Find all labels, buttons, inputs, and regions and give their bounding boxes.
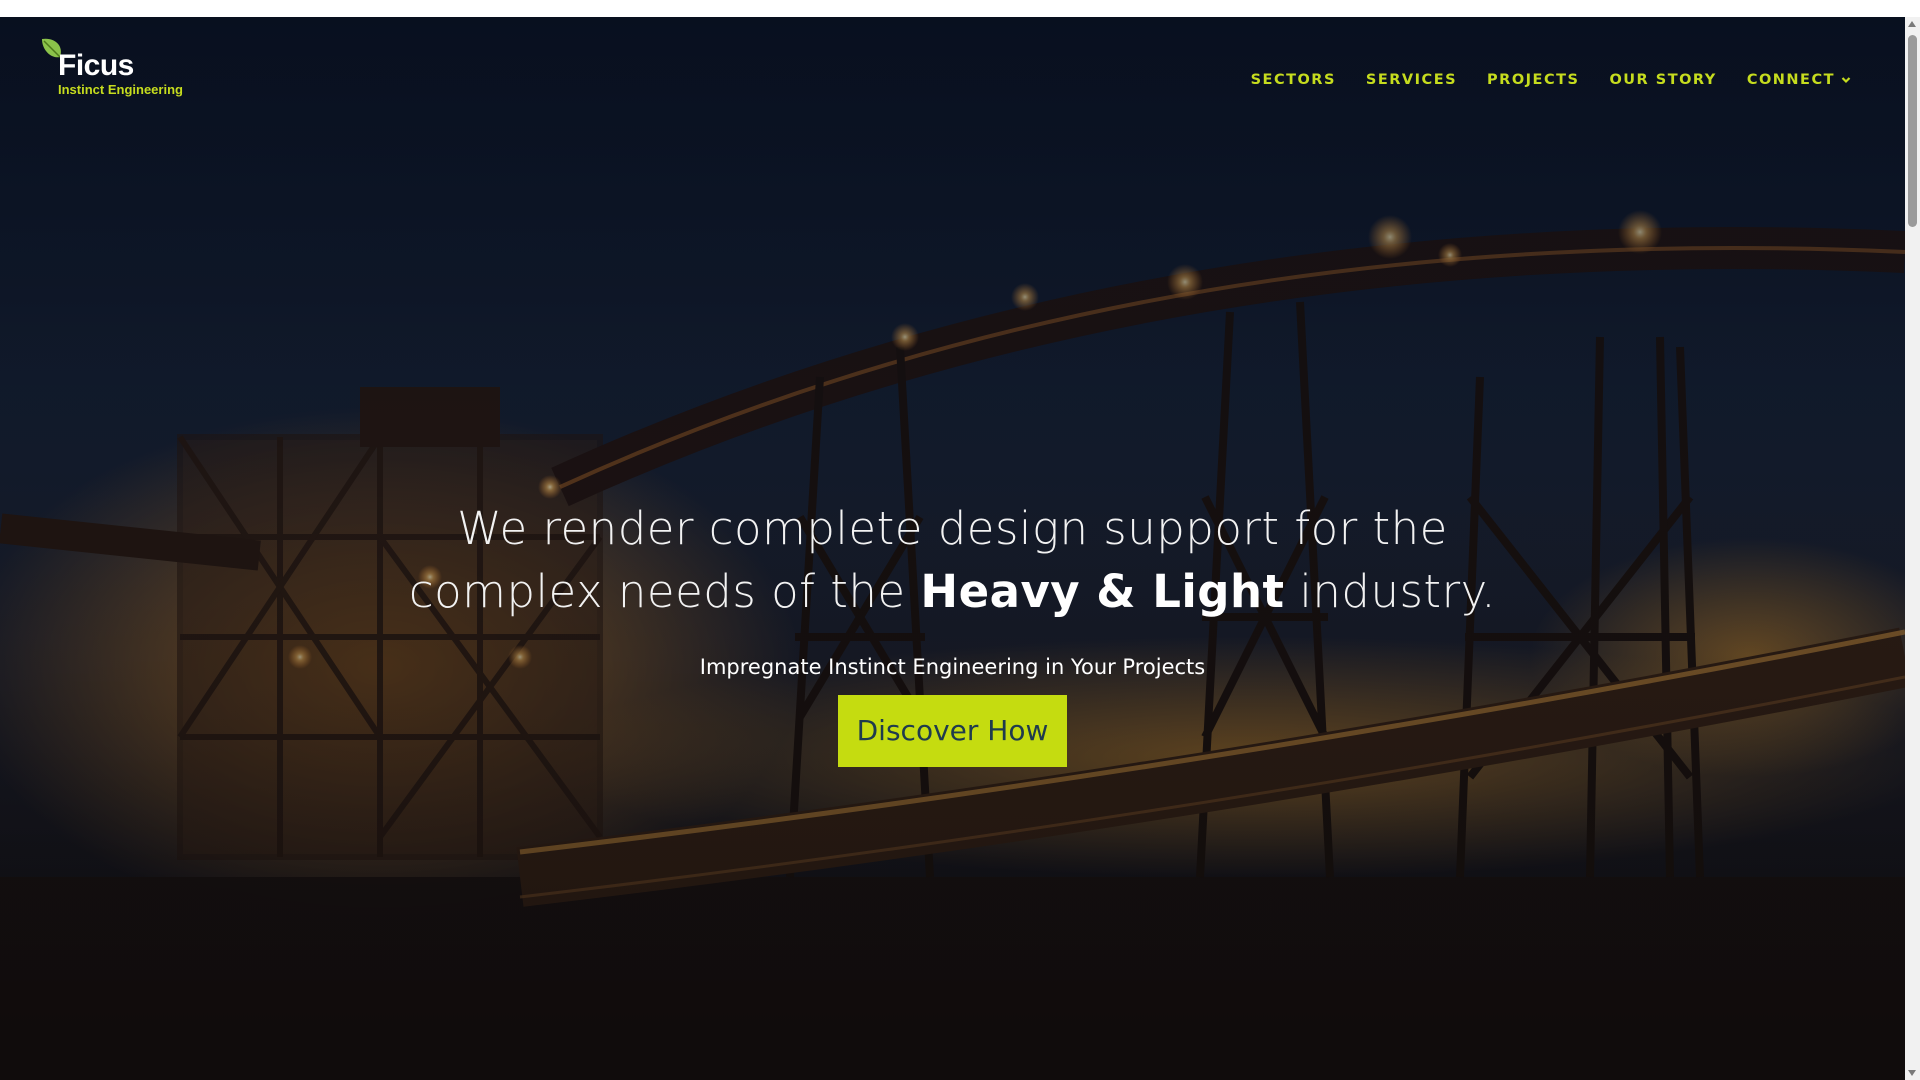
scroll-up-icon[interactable] bbox=[1908, 21, 1916, 27]
nav-item-label: OUR STORY bbox=[1609, 72, 1717, 88]
logo-tagline: Instinct Engineering bbox=[58, 82, 183, 97]
nav-item-connect[interactable]: CONNECT bbox=[1747, 72, 1851, 88]
nav-item-services[interactable]: SERVICES bbox=[1366, 72, 1457, 88]
hero-headline-part2: industry. bbox=[1284, 565, 1497, 618]
site-header: Ficus Instinct Engineering SECTORS SERVI… bbox=[0, 17, 1905, 127]
site-logo[interactable]: Ficus Instinct Engineering bbox=[40, 37, 190, 107]
nav-item-our-story[interactable]: OUR STORY bbox=[1609, 72, 1716, 88]
hero-headline-strong: Heavy & Light bbox=[920, 565, 1285, 618]
main-nav: SECTORS SERVICES PROJECTS OUR STORY CONN… bbox=[1251, 72, 1851, 88]
nav-item-sectors[interactable]: SECTORS bbox=[1251, 72, 1336, 88]
hero-headline: We render complete design support for th… bbox=[403, 497, 1503, 623]
page-scrollbar[interactable] bbox=[1905, 17, 1920, 1080]
nav-item-label: SECTORS bbox=[1250, 72, 1336, 88]
nav-item-projects[interactable]: PROJECTS bbox=[1487, 72, 1579, 88]
hero-section: We render complete design support for th… bbox=[0, 497, 1905, 767]
chevron-down-icon bbox=[1841, 77, 1851, 84]
scroll-thumb[interactable] bbox=[1908, 35, 1917, 227]
logo-name: Ficus bbox=[58, 49, 134, 82]
nav-item-label: PROJECTS bbox=[1487, 72, 1580, 88]
scroll-down-icon[interactable] bbox=[1908, 1070, 1916, 1076]
discover-how-button[interactable]: Discover How bbox=[838, 695, 1067, 767]
page-viewport: Ficus Instinct Engineering SECTORS SERVI… bbox=[0, 17, 1905, 1080]
nav-item-label: CONNECT bbox=[1746, 72, 1835, 88]
nav-item-label: SERVICES bbox=[1365, 72, 1458, 88]
hero-subtitle: Impregnate Instinct Engineering in Your … bbox=[699, 655, 1206, 679]
